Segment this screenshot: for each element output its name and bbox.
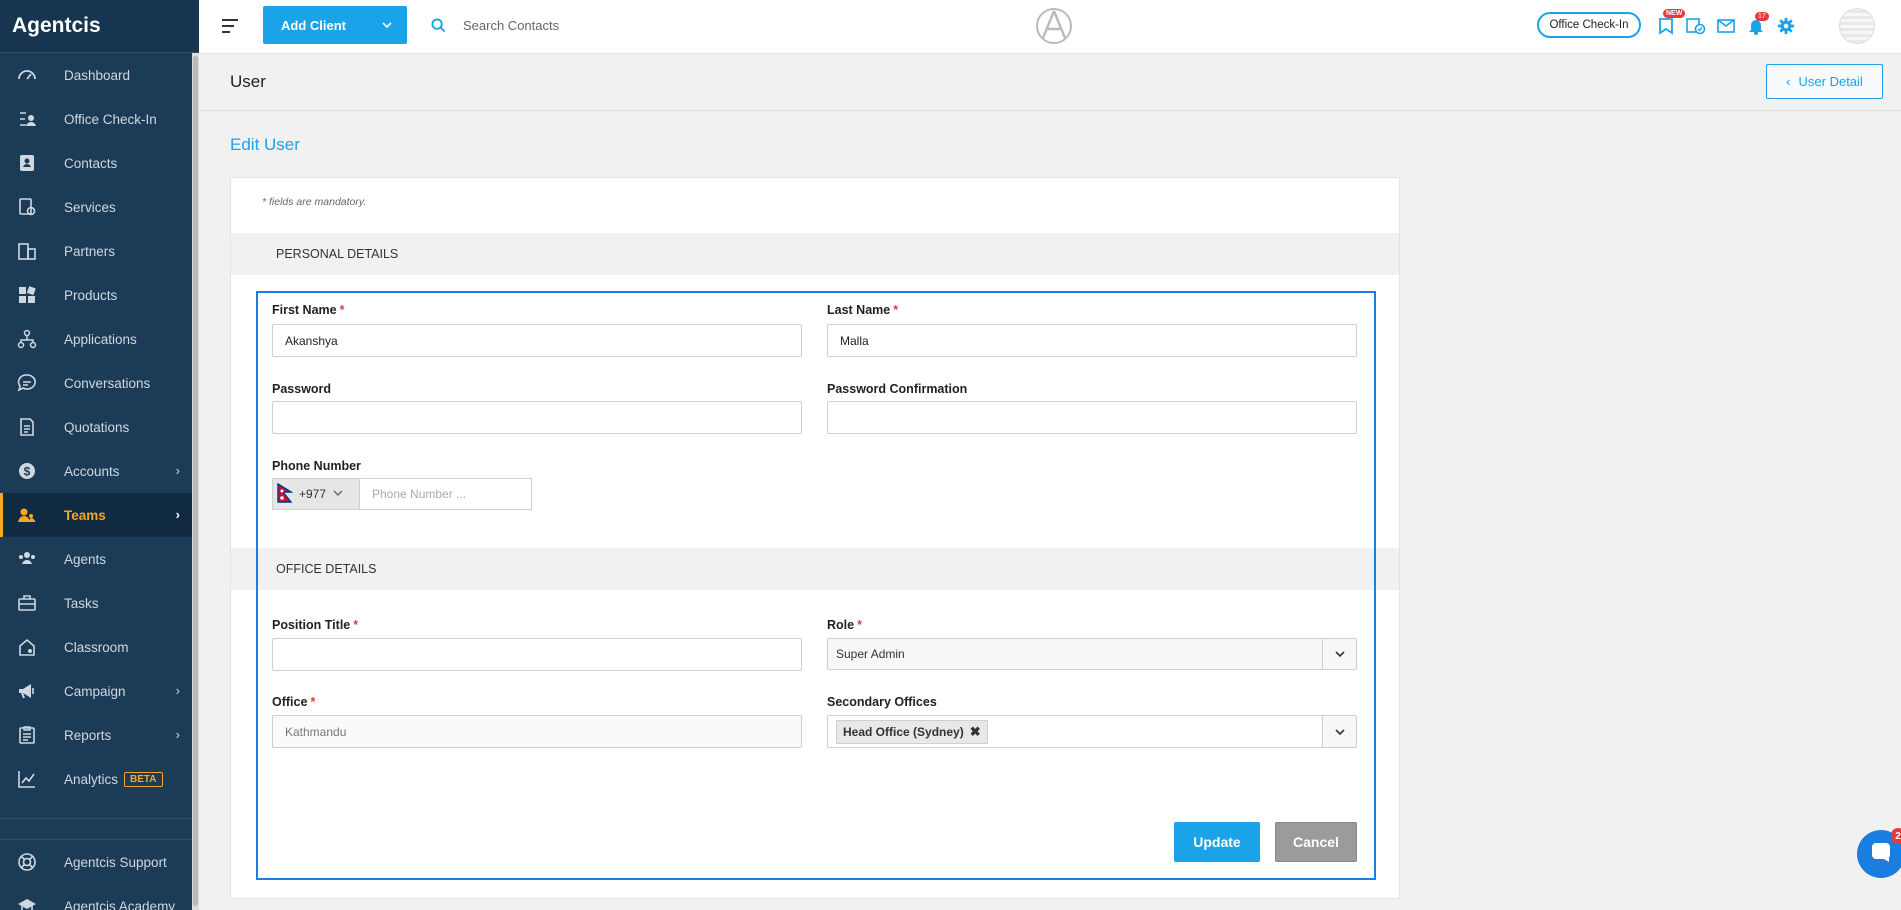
beta-badge: BETA: [124, 771, 163, 787]
classroom-icon: [16, 636, 38, 658]
page-header: User ‹ User Detail: [199, 55, 1901, 111]
sidebar-item-label: Contacts: [64, 155, 118, 171]
sidebar-item-label: Campaign: [64, 683, 126, 699]
sidebar-scrollbar[interactable]: [192, 53, 199, 910]
announcements-icon[interactable]: NEW: [1651, 9, 1686, 38]
notification-count-badge: 17: [1755, 12, 1769, 21]
selection-highlight-frame: [256, 291, 1376, 880]
sidebar-item-office-check-in[interactable]: Office Check-In: [0, 97, 192, 141]
search-icon[interactable]: [431, 18, 446, 38]
top-bar: Add Client Office Check-In NEW 17: [199, 0, 1901, 54]
sidebar-item-label: Products: [64, 287, 118, 303]
page-title: User: [230, 72, 266, 91]
sidebar-item-agentcis-support[interactable]: Agentcis Support: [0, 840, 192, 884]
edit-user-heading: Edit User: [230, 135, 300, 154]
products-icon: [16, 284, 38, 306]
sidebar-item-reports[interactable]: Reports ›: [0, 713, 192, 757]
gear-icon[interactable]: [1771, 14, 1801, 38]
sidebar-item-label: Dashboard: [64, 67, 131, 83]
user-avatar[interactable]: [1839, 8, 1875, 44]
sidebar-divider: [0, 818, 192, 819]
sidebar-item-products[interactable]: Products: [0, 273, 192, 317]
svg-text:$: $: [24, 465, 31, 479]
sidebar-item-label: Reports: [64, 727, 112, 743]
sidebar-item-label: Services: [64, 199, 116, 215]
applications-icon: [16, 328, 38, 350]
conversations-icon: [16, 372, 38, 394]
sidebar-item-label: Office Check-In: [64, 111, 157, 127]
sidebar-item-teams[interactable]: Teams ›: [0, 493, 192, 537]
sidebar-item-campaign[interactable]: Campaign ›: [0, 669, 192, 713]
sidebar-item-label: Accounts: [64, 463, 120, 479]
chat-unread-badge: 2: [1891, 828, 1901, 844]
quotations-icon: [16, 416, 38, 438]
tasks-icon: [16, 592, 38, 614]
mandatory-note: * fields are mandatory.: [262, 196, 367, 208]
sidebar-item-label: Partners: [64, 243, 116, 259]
top-icons: NEW 17: [1651, 9, 1801, 38]
check-in-icon: [16, 108, 38, 130]
sidebar-item-accounts[interactable]: $ Accounts ›: [0, 449, 192, 493]
chat-bubble-icon: [1870, 841, 1892, 868]
notification-bell-icon[interactable]: 17: [1741, 12, 1771, 38]
chevron-left-icon: ‹: [1786, 74, 1791, 89]
dashboard-icon: [16, 64, 38, 86]
sidebar-item-label: Agentcis Academy: [64, 898, 176, 910]
sidebar-item-label: Agents: [64, 551, 107, 567]
hamburger-menu-icon[interactable]: [221, 18, 239, 34]
chevron-right-icon: ›: [175, 683, 180, 698]
office-check-in-button[interactable]: Office Check-In: [1537, 12, 1641, 38]
sidebar-item-contacts[interactable]: Contacts: [0, 141, 192, 185]
sidebar-item-services[interactable]: Services: [0, 185, 192, 229]
chevron-right-icon: ›: [175, 463, 180, 478]
sidebar-item-quotations[interactable]: Quotations: [0, 405, 192, 449]
sidebar-bottom-nav: Agentcis Support Agentcis Academy: [0, 839, 192, 910]
campaign-icon: [16, 680, 38, 702]
services-icon: [16, 196, 38, 218]
partners-icon: [16, 240, 38, 262]
accounts-icon: $: [16, 460, 38, 482]
add-client-label: Add Client: [281, 17, 346, 33]
sidebar-item-label: Conversations: [64, 375, 151, 391]
sidebar-item-label: Classroom: [64, 639, 129, 655]
chevron-right-icon: ›: [175, 507, 180, 522]
sidebar-item-classroom[interactable]: Classroom: [0, 625, 192, 669]
agentcis-logo-icon: [1035, 7, 1073, 45]
sidebar-scrollbar-thumb[interactable]: [193, 56, 198, 906]
sidebar-item-agents[interactable]: Agents: [0, 537, 192, 581]
sidebar-item-label: Quotations: [64, 419, 130, 435]
user-detail-button[interactable]: ‹ User Detail: [1766, 64, 1883, 99]
user-detail-label: User Detail: [1798, 74, 1863, 89]
sidebar: Agentcis Dashboard Office Check-In Conta…: [0, 0, 199, 910]
chevron-right-icon: ›: [175, 727, 180, 742]
sidebar-item-applications[interactable]: Applications: [0, 317, 192, 361]
sidebar-item-dashboard[interactable]: Dashboard: [0, 53, 192, 97]
sidebar-item-tasks[interactable]: Tasks: [0, 581, 192, 625]
support-lifebuoy-icon: [16, 851, 38, 873]
add-client-button[interactable]: Add Client: [263, 6, 407, 44]
sidebar-item-label: Teams: [64, 507, 106, 523]
edit-user-form-card: * fields are mandatory. PERSONAL DETAILS…: [230, 177, 1400, 899]
brand-logo[interactable]: Agentcis: [0, 0, 199, 53]
sidebar-item-analytics[interactable]: Analytics BETA: [0, 757, 192, 801]
agents-icon: [16, 548, 38, 570]
personal-details-section: PERSONAL DETAILS: [231, 233, 1399, 275]
search-input[interactable]: [461, 12, 761, 38]
sidebar-item-label: Agentcis Support: [64, 854, 167, 870]
sidebar-item-label: Applications: [64, 331, 137, 347]
sidebar-item-partners[interactable]: Partners: [0, 229, 192, 273]
teams-icon: [16, 504, 38, 526]
sidebar-nav: Dashboard Office Check-In Contacts Servi…: [0, 53, 192, 801]
task-check-icon[interactable]: [1681, 14, 1711, 38]
chevron-down-icon[interactable]: [381, 19, 393, 34]
reports-icon: [16, 724, 38, 746]
sidebar-item-conversations[interactable]: Conversations: [0, 361, 192, 405]
sidebar-item-agentcis-academy[interactable]: Agentcis Academy: [0, 884, 192, 910]
mail-icon[interactable]: [1711, 14, 1741, 38]
sidebar-item-label: Tasks: [64, 595, 99, 611]
academy-icon: [16, 895, 38, 910]
analytics-icon: [16, 768, 38, 790]
sidebar-item-label: Analytics: [64, 771, 119, 787]
contacts-icon: [16, 152, 38, 174]
